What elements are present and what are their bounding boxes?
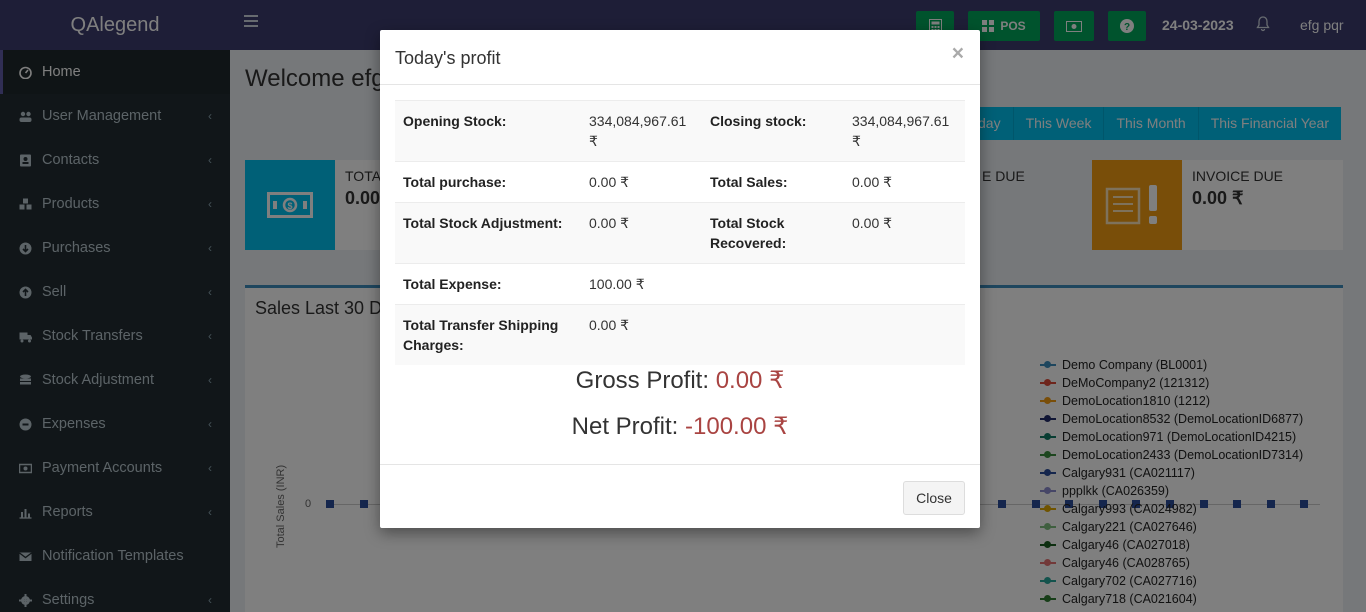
gross-profit-label: Gross Profit: (575, 367, 710, 394)
net-profit-value: -100.00 ₹ (685, 413, 789, 440)
net-profit: Net Profit: -100.00 ₹ (380, 412, 980, 441)
profit-key (702, 304, 844, 365)
profit-value: 334,084,967.61 ₹ (581, 100, 702, 162)
profit-value: 0.00 ₹ (581, 161, 702, 203)
close-button[interactable]: Close (903, 481, 965, 515)
profit-value: 0.00 ₹ (581, 202, 702, 264)
profit-row: Total purchase: 0.00 ₹ Total Sales: 0.00 ₹ (395, 161, 965, 203)
profit-value: 100.00 ₹ (581, 263, 702, 305)
profit-value: 0.00 ₹ (844, 202, 965, 264)
profit-key: Opening Stock: (395, 100, 581, 162)
profit-key: Total purchase: (395, 161, 581, 203)
net-profit-label: Net Profit: (571, 413, 679, 440)
profit-value: 334,084,967.61 ₹ (844, 100, 965, 162)
profit-key: Total Stock Adjustment: (395, 202, 581, 264)
profit-row: Total Transfer Shipping Charges: 0.00 ₹ (395, 304, 965, 365)
profit-key: Closing stock: (702, 100, 844, 162)
gross-profit-value: 0.00 ₹ (715, 367, 785, 394)
profit-key: Total Expense: (395, 263, 581, 305)
close-icon[interactable]: × (952, 42, 964, 66)
profit-row: Total Stock Adjustment: 0.00 ₹ Total Stock… (395, 202, 965, 264)
profit-key: Total Sales: (702, 161, 844, 203)
gross-profit: Gross Profit: 0.00 ₹ (380, 366, 980, 395)
modal-title: Today's profit (395, 48, 501, 68)
profit-value (844, 304, 965, 365)
profit-value: 0.00 ₹ (844, 161, 965, 203)
todays-profit-modal: Today's profit × Opening Stock: 334,084,9… (380, 30, 980, 528)
modal-header: Today's profit × (380, 30, 980, 85)
profit-value (844, 263, 965, 305)
profit-key: Total Transfer Shipping Charges: (395, 304, 581, 365)
profit-table: Opening Stock: 334,084,967.61 ₹ Closing st… (395, 100, 965, 365)
profit-row: Opening Stock: 334,084,967.61 ₹ Closing st… (395, 100, 965, 162)
profit-key: Total Stock Recovered: (702, 202, 844, 264)
profit-value: 0.00 ₹ (581, 304, 702, 365)
profit-row: Total Expense: 100.00 ₹ (395, 263, 965, 305)
modal-footer: Close (380, 464, 980, 528)
profit-key (702, 263, 844, 305)
